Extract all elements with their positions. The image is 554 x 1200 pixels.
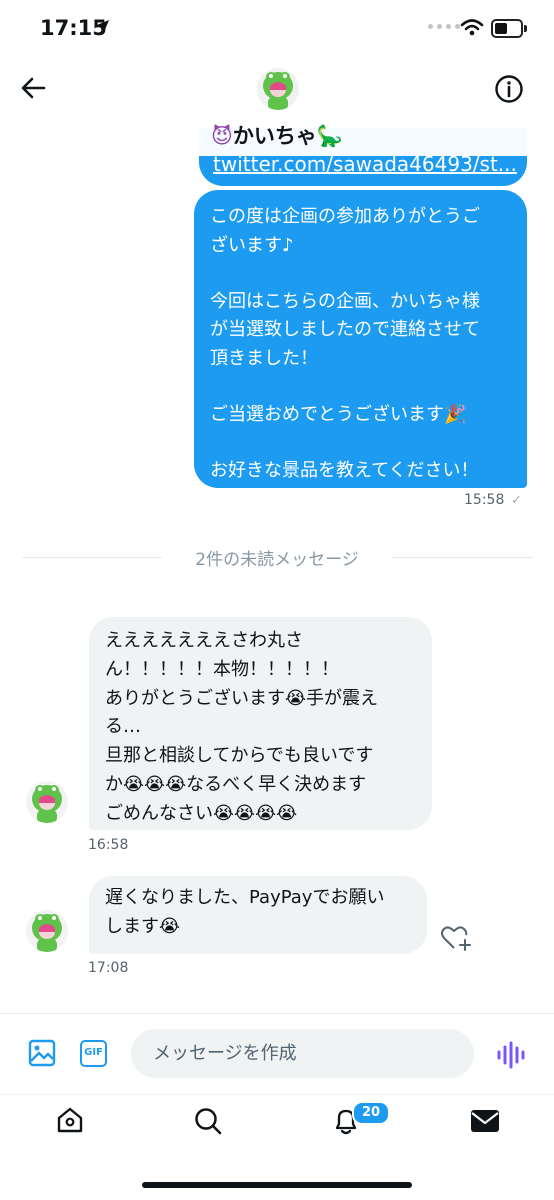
unread-divider-line	[392, 557, 532, 558]
title-text: かいちゃ	[232, 124, 317, 148]
message-line: 頂きました！	[210, 348, 318, 370]
message-line: お好きな景品を教えてください！	[210, 459, 479, 481]
message-line: る…	[105, 716, 141, 738]
message-line: が当選致しましたので連絡させて	[210, 319, 480, 341]
message-line: この度は企画の参加ありがとうご	[210, 206, 480, 227]
message-line: ご当選おめでとうございます🎉	[210, 403, 467, 425]
message-line: ん！！！！！本物！！！！！	[105, 658, 339, 680]
avatar[interactable]	[26, 781, 68, 823]
message-line: えええええええさわ丸さ	[105, 630, 303, 651]
message-line: ざいます♪	[210, 234, 294, 256]
title-emoji-right: 🦕	[316, 124, 344, 148]
signal-icon	[428, 24, 460, 29]
message-line: ありがとうございます😭手が震え	[105, 687, 379, 709]
gif-button[interactable]: GIF	[80, 1040, 107, 1067]
message-line: 旦那と相談してからでも良いです	[105, 745, 374, 767]
conversation-header: 😈かいちゃ🦕	[0, 56, 554, 156]
message-line: か😭😭😭なるべく早く決めます	[105, 773, 367, 795]
mail-icon[interactable]	[470, 1108, 500, 1138]
arrow-left-icon[interactable]	[20, 76, 46, 104]
message-line: 今回はこちらの企画、かいちゃ様	[210, 290, 480, 312]
tab-bar-divider	[0, 1094, 554, 1095]
message-line: 遅くなりました、PayPayでお願い	[105, 887, 385, 908]
unread-divider-label: 2件の未読メッセージ	[195, 550, 359, 570]
battery-icon	[491, 19, 527, 38]
message-timestamp: 15:58	[464, 492, 505, 508]
wifi-icon	[460, 18, 484, 40]
unread-divider-line	[22, 557, 162, 558]
avatar[interactable]	[26, 910, 68, 952]
incoming-message-bubble[interactable]: 遅くなりました、PayPayでお願い します😭	[89, 876, 427, 954]
home-indicator[interactable]	[142, 1182, 412, 1188]
incoming-message-bubble[interactable]: えええええええさわ丸さ ん！！！！！本物！！！！！ ありがとうございます😭手が震…	[89, 617, 432, 830]
search-icon[interactable]	[193, 1106, 223, 1140]
message-timestamp: 17:08	[88, 960, 129, 976]
heart-plus-icon[interactable]	[440, 923, 472, 957]
notification-badge: 20	[352, 1101, 390, 1125]
home-icon[interactable]	[55, 1105, 85, 1139]
message-input[interactable]	[131, 1029, 474, 1078]
location-arrow-icon	[96, 18, 110, 37]
image-icon[interactable]	[28, 1039, 56, 1071]
voice-wave-icon[interactable]	[496, 1040, 526, 1074]
message-timestamp: 16:58	[88, 837, 129, 853]
message-line: ごめんなさい😭😭😭😭	[105, 802, 298, 824]
title-emoji-left: 😈	[210, 124, 233, 148]
conversation-title[interactable]: 😈かいちゃ🦕	[0, 120, 554, 150]
avatar[interactable]	[257, 68, 299, 110]
info-circle-icon[interactable]	[494, 74, 524, 108]
composer-divider	[0, 1013, 554, 1014]
message-line: します😭	[105, 915, 181, 937]
sent-check-icon: ✓	[511, 493, 522, 508]
outgoing-message-bubble[interactable]: この度は企画の参加ありがとうご ざいます♪ 今回はこちらの企画、かいちゃ様 が当…	[194, 190, 527, 488]
